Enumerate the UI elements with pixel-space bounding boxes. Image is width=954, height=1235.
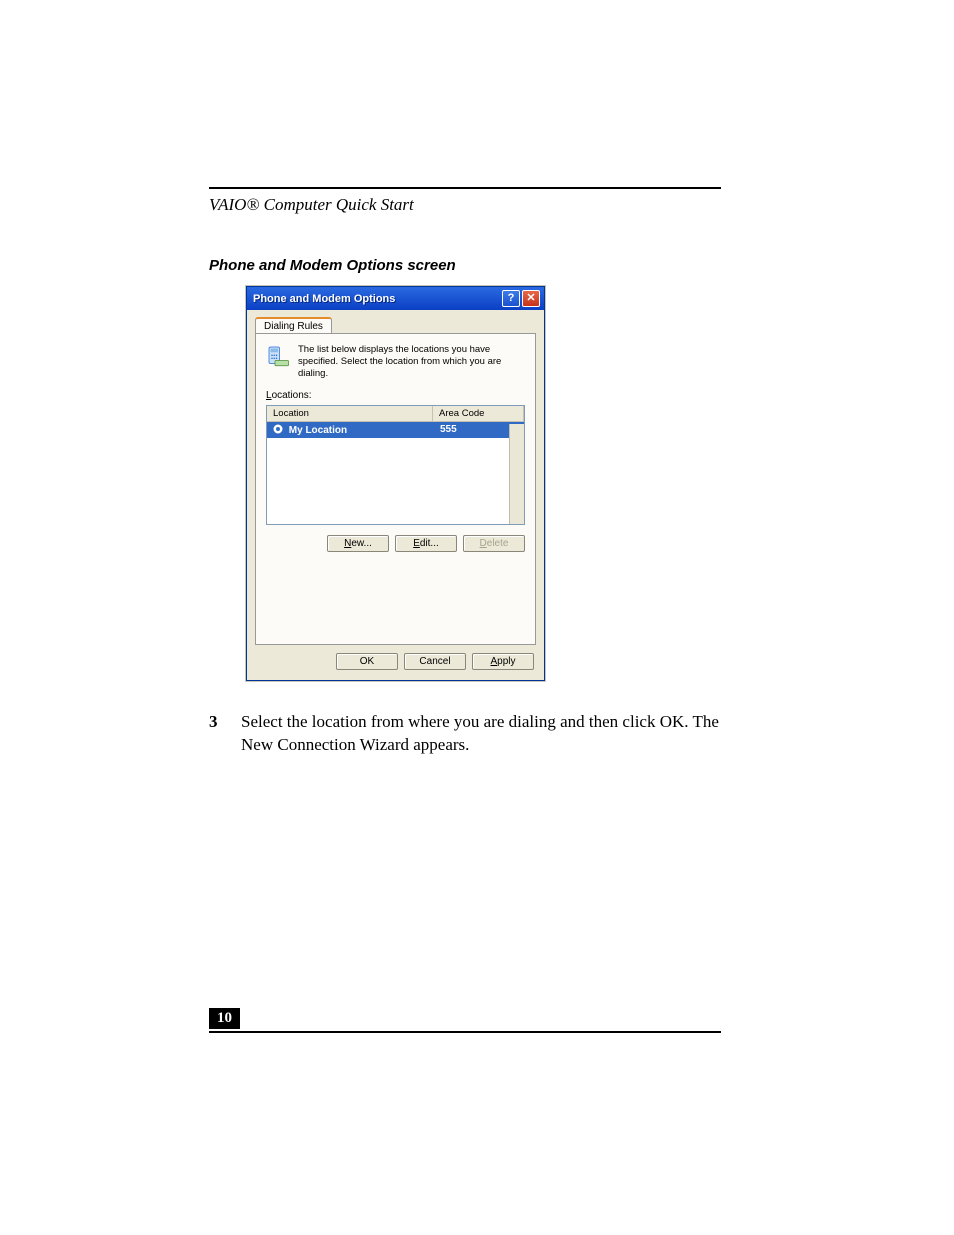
edit-button[interactable]: Edit... (395, 535, 457, 552)
tab-row: Dialing Rules (247, 310, 544, 333)
dialog-titlebar[interactable]: Phone and Modem Options ? ✕ (247, 287, 544, 310)
list-header: Location Area Code (267, 406, 524, 422)
location-icon (273, 424, 283, 434)
cell-location-name: My Location (289, 425, 347, 436)
section-caption: Phone and Modem Options screen (209, 257, 721, 274)
column-header-location[interactable]: Location (267, 406, 433, 421)
apply-button[interactable]: Apply (472, 653, 534, 670)
locations-label: Locations: (266, 390, 525, 401)
dialog-info-text: The list below displays the locations yo… (298, 344, 525, 380)
delete-button: Delete (463, 535, 525, 552)
dialog-title: Phone and Modem Options (253, 293, 395, 305)
close-icon: ✕ (526, 293, 535, 304)
footer-rule (209, 1031, 721, 1033)
header-rule (209, 187, 721, 189)
close-button[interactable]: ✕ (522, 290, 540, 307)
help-icon: ? (508, 293, 515, 304)
phone-modem-icon (266, 344, 290, 368)
column-header-area-code[interactable]: Area Code (433, 406, 524, 421)
page-number: 10 (209, 1008, 240, 1029)
cancel-button[interactable]: Cancel (404, 653, 466, 670)
phone-modem-options-dialog: Phone and Modem Options ? ✕ Dialing Rule… (246, 286, 545, 681)
ok-button[interactable]: OK (336, 653, 398, 670)
tab-panel: The list below displays the locations yo… (255, 333, 536, 645)
step-text: Select the location from where you are d… (241, 711, 721, 757)
help-button[interactable]: ? (502, 290, 520, 307)
locations-listbox[interactable]: Location Area Code My Location 555 (266, 405, 525, 525)
tab-dialing-rules[interactable]: Dialing Rules (255, 317, 332, 334)
instruction-step: 3 Select the location from where you are… (209, 711, 721, 757)
list-item[interactable]: My Location 555 (267, 422, 524, 438)
running-head: VAIO® Computer Quick Start (209, 195, 721, 215)
new-button[interactable]: New... (327, 535, 389, 552)
step-number: 3 (209, 711, 227, 757)
scrollbar[interactable] (509, 424, 524, 524)
